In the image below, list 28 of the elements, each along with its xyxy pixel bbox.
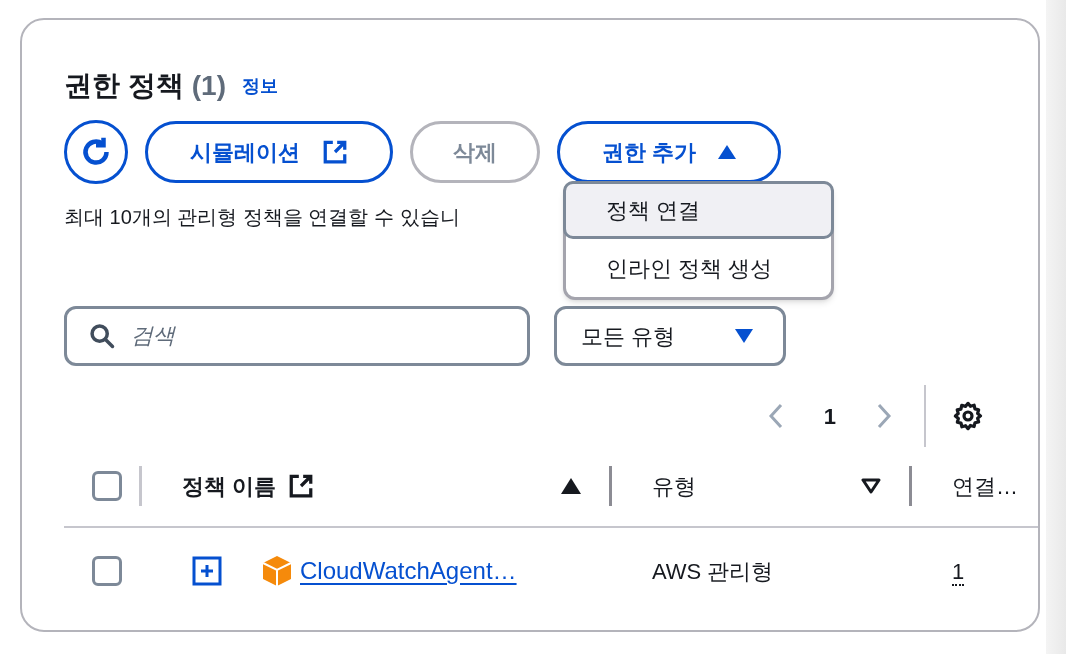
search-field[interactable]: 검색 (64, 306, 530, 366)
column-header[interactable]: 연결… (952, 469, 1018, 503)
checkbox[interactable] (92, 471, 122, 501)
cube-icon (262, 555, 292, 587)
refresh-button[interactable] (64, 120, 128, 184)
menu-item[interactable]: 정책 연결 (563, 181, 834, 239)
column-header[interactable]: 유형 (652, 469, 696, 503)
expand-icon[interactable] (192, 556, 222, 586)
caret-down-icon (735, 329, 753, 343)
menu-item[interactable]: 인라인 정책 생성 (566, 239, 831, 297)
policy-link[interactable]: CloudWatchAgent… (300, 553, 517, 589)
sort-icon[interactable] (561, 478, 581, 494)
checkbox[interactable] (92, 556, 122, 586)
page-number[interactable]: 1 (823, 399, 836, 433)
column-header[interactable]: 정책 이름 (182, 469, 277, 503)
policy-count: (1) (191, 69, 226, 103)
simulation-button[interactable]: 시뮬레이션 (145, 121, 393, 183)
table-cell: AWS 관리형 (652, 558, 774, 584)
sort-icon[interactable] (861, 478, 881, 494)
section-title: 권한 정책 (64, 69, 184, 103)
settings-icon[interactable] (952, 400, 984, 432)
type-select[interactable]: 모든 유형 (554, 306, 786, 366)
caret-up-icon (718, 145, 737, 159)
search-icon (88, 322, 116, 350)
attached-count[interactable]: 1 (952, 558, 965, 586)
external-link-icon (322, 139, 348, 165)
description-text: 최대 10개의 관리형 정책을 연결할 수 있습니 (64, 205, 460, 230)
info-link[interactable]: 정보 (242, 72, 278, 100)
